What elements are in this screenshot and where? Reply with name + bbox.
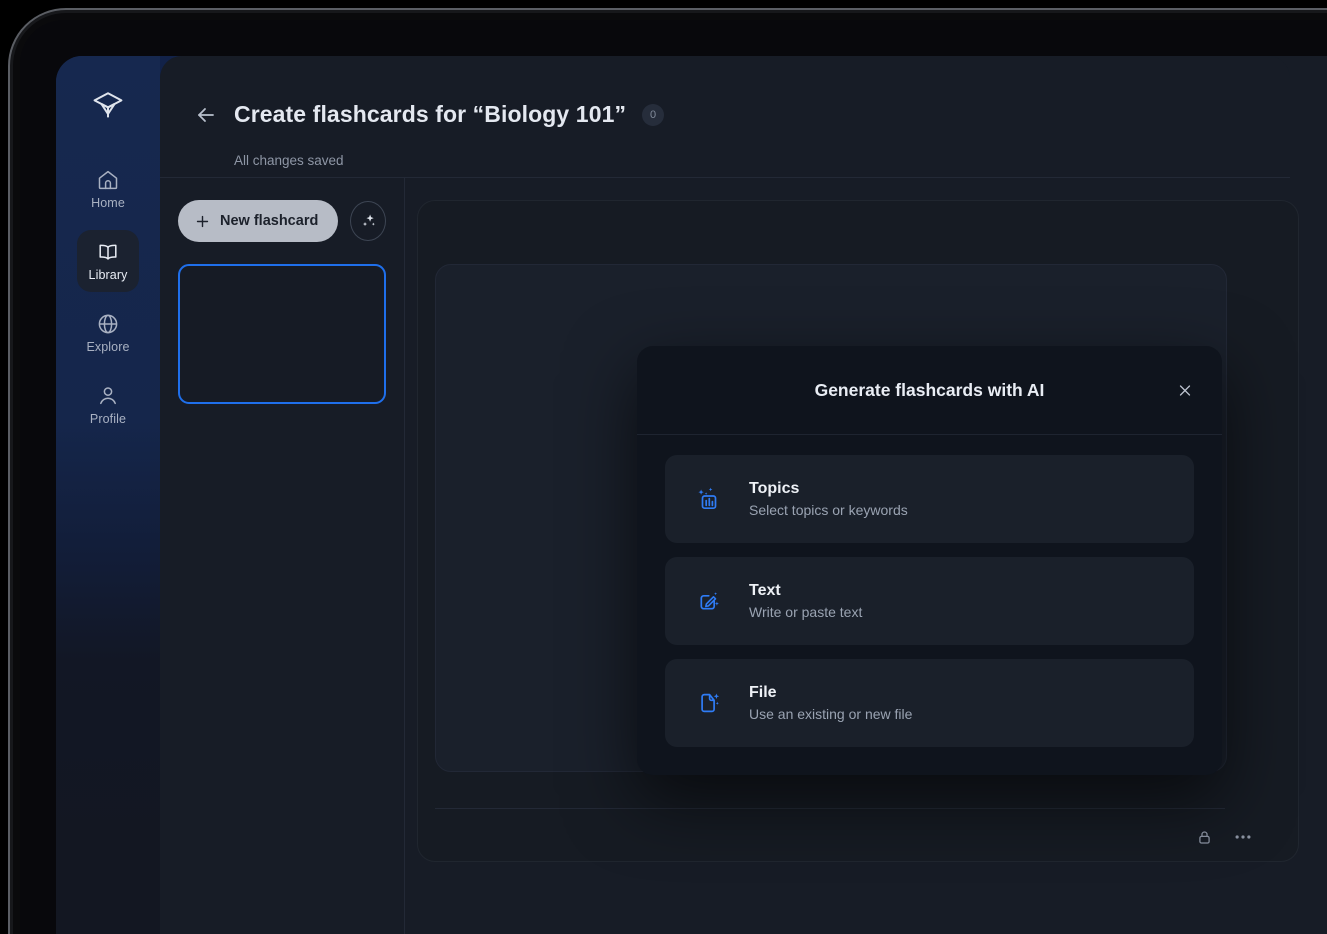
sidebar-item-label: Home xyxy=(91,197,125,210)
modal-overlay: Generate flashcards with AI xyxy=(160,56,1327,934)
person-icon xyxy=(96,384,120,408)
sidebar-item-library[interactable]: Library xyxy=(77,230,139,292)
option-subtitle: Write or paste text xyxy=(749,605,862,620)
option-text-group: Text Write or paste text xyxy=(749,582,862,620)
book-icon xyxy=(96,240,120,264)
globe-icon xyxy=(96,312,120,336)
modal-options-list: Topics Select topics or keywords xyxy=(637,435,1222,775)
pencil-square-sparkle-icon xyxy=(695,587,723,615)
option-text-group: File Use an existing or new file xyxy=(749,684,912,722)
option-subtitle: Use an existing or new file xyxy=(749,707,912,722)
close-icon[interactable] xyxy=(1170,375,1200,405)
sidebar-item-explore[interactable]: Explore xyxy=(77,302,139,364)
option-title: Topics xyxy=(749,480,908,498)
sidebar-item-profile[interactable]: Profile xyxy=(77,374,139,436)
device-screen: Home Library xyxy=(20,20,1327,934)
app-window: Home Library xyxy=(56,56,1327,934)
sidebar-item-label: Library xyxy=(89,269,128,282)
graduation-cap-icon xyxy=(91,89,125,123)
option-text[interactable]: Text Write or paste text xyxy=(665,557,1194,645)
home-icon xyxy=(96,168,120,192)
screenshot-stage: Home Library xyxy=(0,0,1327,934)
sidebar-item-label: Profile xyxy=(90,413,126,426)
option-file[interactable]: File Use an existing or new file xyxy=(665,659,1194,747)
option-topics[interactable]: Topics Select topics or keywords xyxy=(665,455,1194,543)
option-text-group: Topics Select topics or keywords xyxy=(749,480,908,518)
option-title: File xyxy=(749,684,912,702)
generate-with-ai-modal: Generate flashcards with AI xyxy=(637,346,1222,775)
modal-header: Generate flashcards with AI xyxy=(637,346,1222,435)
modal-title: Generate flashcards with AI xyxy=(815,380,1045,401)
sidebar: Home Library xyxy=(56,56,160,934)
app-logo[interactable] xyxy=(82,80,134,132)
sidebar-item-home[interactable]: Home xyxy=(77,158,139,220)
bar-chart-sparkle-icon xyxy=(695,485,723,513)
sidebar-item-label: Explore xyxy=(86,341,129,354)
option-subtitle: Select topics or keywords xyxy=(749,503,908,518)
option-title: Text xyxy=(749,582,862,600)
file-sparkle-icon xyxy=(695,689,723,717)
